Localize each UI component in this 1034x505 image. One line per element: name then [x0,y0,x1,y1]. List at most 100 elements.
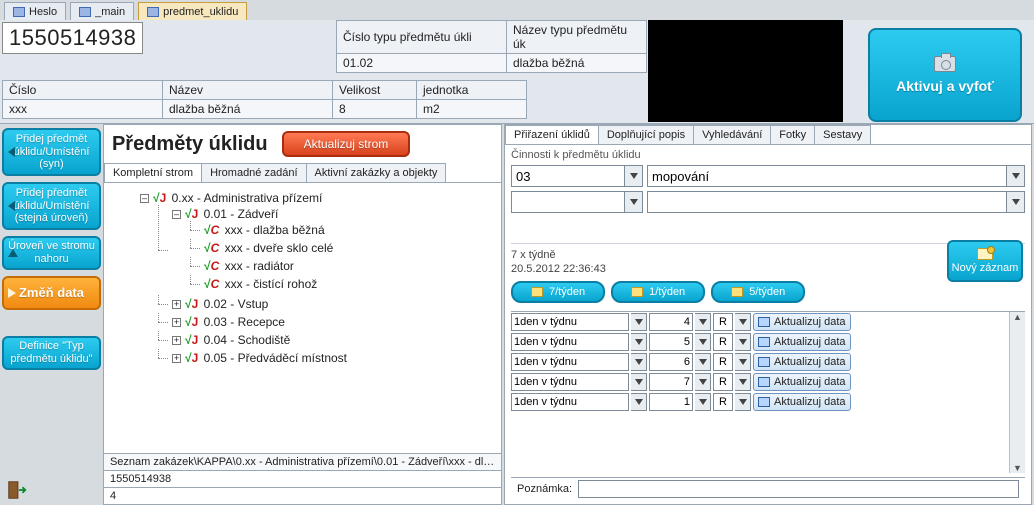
tab-full-tree[interactable]: Kompletní strom [104,163,202,182]
chip-1-week[interactable]: 1/týden [611,281,705,303]
activate-photo-button[interactable]: Aktivuj a vyfoť [868,28,1022,122]
scrollbar[interactable] [1009,312,1025,473]
arrow-right-icon [8,288,16,298]
main-area: Přidej předmět úklidu/Umístění (syn) Při… [0,124,1034,505]
val-velikost[interactable]: 8 [333,100,417,119]
tree-node[interactable]: 0.01 - Zádveří [204,207,279,221]
collapse-icon[interactable]: – [172,210,181,219]
add-child-button[interactable]: Přidej předmět úklidu/Umístění (syn) [2,128,101,176]
edit-data-button[interactable]: Změň data [2,276,101,310]
chip-5-week[interactable]: 5/týden [711,281,805,303]
tree-node[interactable]: 0.05 - Předváděcí místnost [204,351,347,365]
schedule-value-input[interactable] [649,373,693,391]
dropdown-icon[interactable] [631,353,647,371]
update-row-button[interactable]: Aktualizuj data [753,333,851,351]
arrow-left-icon [8,201,15,211]
schedule-flag-input[interactable] [713,373,733,391]
activity-name-input[interactable] [647,165,1007,187]
dropdown-icon[interactable] [631,393,647,411]
dropdown-icon[interactable] [735,333,751,351]
schedule-flag-input[interactable] [713,393,733,411]
doc-tab-heslo[interactable]: Heslo [4,2,66,20]
dropdown-icon[interactable] [1007,165,1025,187]
dropdown-icon[interactable] [695,353,711,371]
expand-icon[interactable]: + [172,318,181,327]
activity2-code-combo[interactable] [511,191,643,213]
tree-node[interactable]: 0.xx - Administrativa přízemí [172,191,323,205]
update-row-button[interactable]: Aktualizuj data [753,353,851,371]
tab-search[interactable]: Vyhledávání [693,125,771,144]
dropdown-icon[interactable] [631,373,647,391]
tab-photos[interactable]: Fotky [770,125,815,144]
tree-node[interactable]: 0.04 - Schodiště [204,333,291,347]
level-up-button[interactable]: Úroveň ve stromu nahoru [2,236,101,270]
dropdown-icon[interactable] [735,393,751,411]
exit-icon[interactable] [2,479,32,501]
dropdown-icon[interactable] [695,373,711,391]
tab-active-orders[interactable]: Aktivní zakázky a objekty [306,163,447,182]
tree-view[interactable]: –√J 0.xx - Administrativa přízemí –√J 0.… [104,183,501,453]
schedule-mode-input[interactable] [511,333,629,351]
schedule-flag-input[interactable] [713,353,733,371]
tab-reports[interactable]: Sestavy [814,125,871,144]
schedule-value-input[interactable] [649,333,693,351]
activity2-code-input[interactable] [511,191,625,213]
chip-label: 5/týden [749,286,785,298]
update-row-button[interactable]: Aktualizuj data [753,313,851,331]
add-sibling-button[interactable]: Přidej předmět úklidu/Umístění (stejná ú… [2,182,101,230]
schedule-mode-input[interactable] [511,313,629,331]
dropdown-icon[interactable] [695,333,711,351]
update-row-button[interactable]: Aktualizuj data [753,373,851,391]
activity-name-combo[interactable] [647,165,1025,187]
tab-assignments[interactable]: Přiřazení úklidů [505,125,599,144]
tree-node[interactable]: 0.03 - Recepce [204,315,285,329]
type-definition-button[interactable]: Definice "Typ předmětu úklidu" [2,336,101,370]
dropdown-icon[interactable] [695,393,711,411]
dropdown-icon[interactable] [1007,191,1025,213]
val-cislo[interactable]: xxx [3,100,163,119]
schedule-value-input[interactable] [649,393,693,411]
expand-icon[interactable]: + [172,354,181,363]
level-up-label: Úroveň ve stromu nahoru [6,240,97,265]
schedule-mode-input[interactable] [511,373,629,391]
new-record-button[interactable]: Nový záznam [947,240,1023,282]
activity2-name-combo[interactable] [647,191,1025,213]
dropdown-icon[interactable] [735,353,751,371]
collapse-icon[interactable]: – [140,194,149,203]
expand-icon[interactable]: + [172,336,181,345]
tree-node[interactable]: 0.02 - Vstup [204,297,269,311]
note-input[interactable] [578,480,1019,498]
refresh-tree-button[interactable]: Aktualizuj strom [282,131,411,157]
dropdown-icon[interactable] [735,373,751,391]
schedule-mode-input[interactable] [511,393,629,411]
schedule-flag-input[interactable] [713,313,733,331]
expand-icon[interactable]: + [172,300,181,309]
val-nazev[interactable]: dlažba běžná [163,100,333,119]
activity-code-combo[interactable] [511,165,643,187]
tree-leaf[interactable]: xxx - dveře sklo celé [225,241,334,255]
doc-tab-main[interactable]: _main [70,2,134,20]
tree-leaf[interactable]: xxx - radiátor [225,259,294,273]
schedule-mode-input[interactable] [511,353,629,371]
dropdown-icon[interactable] [631,333,647,351]
tab-bulk[interactable]: Hromadné zadání [201,163,306,182]
new-record-icon [977,248,993,260]
dropdown-icon[interactable] [625,165,643,187]
schedule-flag-input[interactable] [713,333,733,351]
dropdown-icon[interactable] [631,313,647,331]
tab-description[interactable]: Doplňující popis [598,125,694,144]
schedule-value-input[interactable] [649,313,693,331]
tree-leaf[interactable]: xxx - čistící rohož [225,277,318,291]
dropdown-icon[interactable] [735,313,751,331]
dropdown-icon[interactable] [695,313,711,331]
doc-tab-predmet-uklidu[interactable]: predmet_uklidu [138,2,247,20]
val-jednotka[interactable]: m2 [417,100,527,119]
update-row-button[interactable]: Aktualizuj data [753,393,851,411]
type-definition-label: Definice "Typ předmětu úklidu" [6,340,97,365]
schedule-value-input[interactable] [649,353,693,371]
tree-leaf[interactable]: xxx - dlažba běžná [225,223,325,237]
activity2-name-input[interactable] [647,191,1007,213]
activity-code-input[interactable] [511,165,625,187]
chip-7-week[interactable]: 7/týden [511,281,605,303]
dropdown-icon[interactable] [625,191,643,213]
